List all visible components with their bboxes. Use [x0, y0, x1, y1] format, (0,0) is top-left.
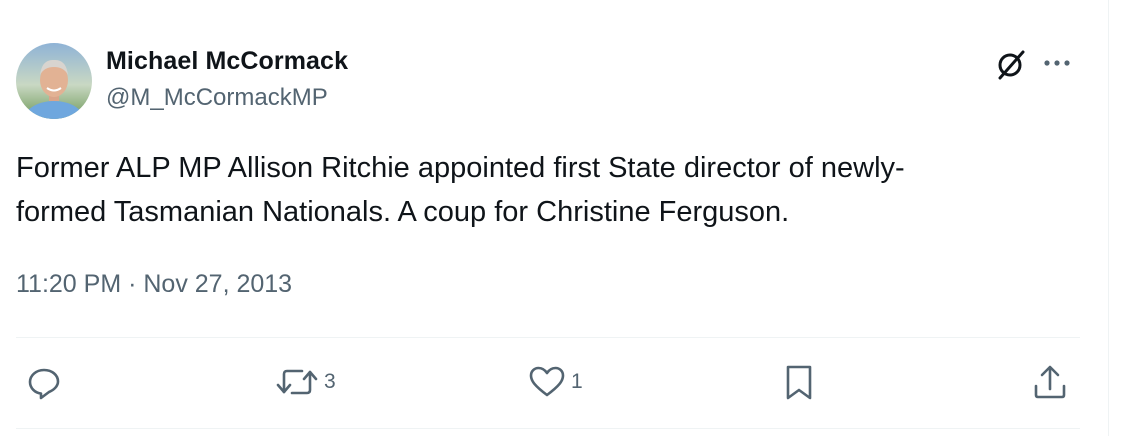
bookmark-icon [781, 362, 817, 402]
retweet-icon [274, 362, 320, 402]
share-button[interactable] [1030, 362, 1070, 402]
column-border [1108, 0, 1109, 436]
grok-icon[interactable] [994, 47, 1028, 81]
bookmark-button[interactable] [781, 362, 817, 402]
divider [16, 337, 1080, 338]
author-name[interactable]: Michael McCormack [106, 47, 348, 76]
divider [16, 428, 1080, 429]
heart-icon [527, 362, 567, 402]
avatar[interactable] [16, 43, 92, 119]
reply-icon [24, 362, 64, 402]
share-icon [1030, 362, 1070, 402]
retweet-button[interactable]: 3 [274, 362, 336, 402]
author-handle[interactable]: @M_McCormackMP [106, 84, 328, 112]
reply-button[interactable] [24, 362, 64, 402]
tweet-text: Former ALP MP Allison Ritchie appointed … [16, 146, 1066, 234]
more-icon[interactable] [1040, 50, 1074, 76]
like-button[interactable]: 1 [527, 362, 583, 402]
tweet-timestamp[interactable]: 11:20 PM · Nov 27, 2013 [16, 270, 292, 299]
tweet-text-line: formed Tasmanian Nationals. A coup for C… [16, 196, 790, 228]
like-count: 1 [571, 370, 583, 393]
retweet-count: 3 [324, 370, 336, 393]
tweet-text-line: Former ALP MP Allison Ritchie appointed … [16, 152, 905, 184]
